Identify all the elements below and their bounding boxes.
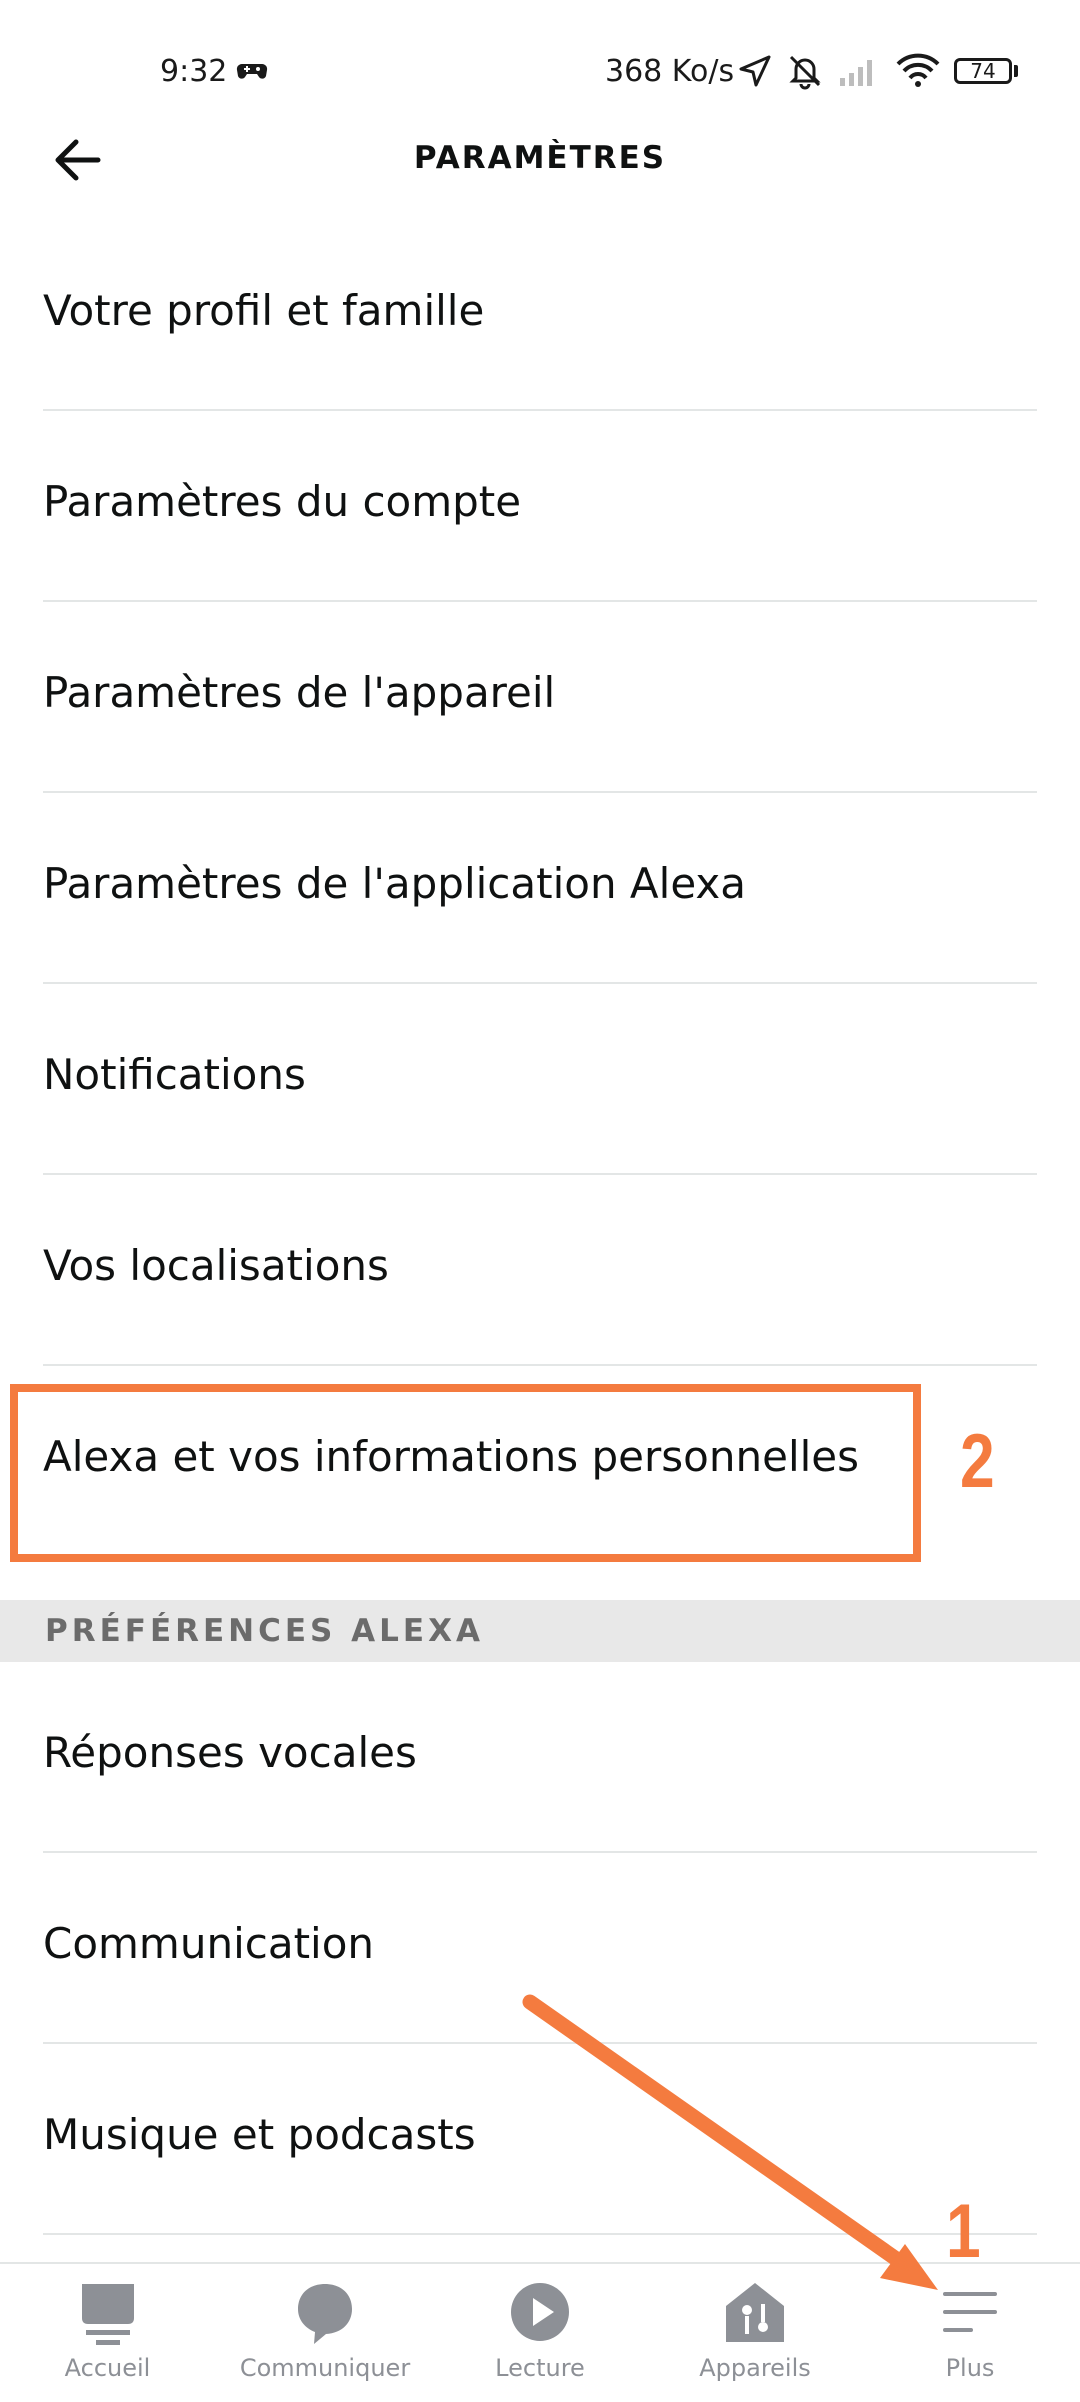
bell-muted-icon: [789, 55, 821, 90]
settings-list: Votre profil et famille Paramètres du co…: [0, 220, 1080, 1557]
list-item-music-podcasts[interactable]: Musique et podcasts: [0, 2044, 1080, 2235]
signal-icon: [840, 60, 872, 86]
list-item-label: Vos localisations: [43, 1241, 389, 1290]
nav-label: Accueil: [64, 2354, 151, 2382]
play-icon: [511, 2283, 569, 2341]
list-item-app-settings[interactable]: Paramètres de l'application Alexa: [0, 793, 1080, 984]
list-item-communication[interactable]: Communication: [0, 1853, 1080, 2044]
game-controller-icon: [236, 63, 268, 79]
nav-label: Plus: [945, 2354, 995, 2382]
list-item-label: Paramètres de l'application Alexa: [43, 859, 747, 908]
network-speed: 368 Ko/s: [605, 54, 735, 89]
nav-item-play[interactable]: Lecture: [470, 2264, 610, 2402]
nav-item-communicate[interactable]: Communiquer: [230, 2264, 420, 2402]
list-item-profile[interactable]: Votre profil et famille: [0, 220, 1080, 411]
list-item-notifications[interactable]: Notifications: [0, 984, 1080, 1175]
nav-label: Appareils: [699, 2354, 811, 2382]
battery-icon: 74: [954, 58, 1012, 84]
list-item-voice-responses[interactable]: Réponses vocales: [0, 1662, 1080, 1853]
list-item-account[interactable]: Paramètres du compte: [0, 411, 1080, 602]
location-arrow-icon: [739, 55, 771, 87]
bottom-nav: Accueil Communiquer Lecture Appareils Pl…: [0, 2262, 1080, 2402]
nav-label: Lecture: [495, 2354, 585, 2382]
home-icon: [81, 2284, 134, 2345]
section-title: PRÉFÉRENCES ALEXA: [45, 1613, 484, 1649]
highlight-box: [10, 1384, 921, 1562]
wifi-icon: [896, 53, 940, 87]
status-time: 9:32: [160, 54, 228, 89]
header: PARAMÈTRES: [0, 110, 1080, 210]
list-item-label: Paramètres du compte: [43, 477, 522, 526]
section-header-alexa-preferences: PRÉFÉRENCES ALEXA: [0, 1600, 1080, 1662]
list-item-label: Musique et podcasts: [43, 2110, 476, 2159]
page-title: PARAMÈTRES: [413, 140, 667, 176]
battery-tip: [1014, 65, 1018, 77]
nav-item-more[interactable]: Plus: [900, 2264, 1040, 2402]
nav-label: Communiquer: [239, 2354, 411, 2382]
chat-bubble-icon: [298, 2284, 352, 2344]
list-item-label: Votre profil et famille: [43, 286, 485, 335]
menu-icon: [943, 2292, 997, 2332]
nav-item-home[interactable]: Accueil: [40, 2264, 175, 2402]
preferences-list: Réponses vocales Communication Musique e…: [0, 1662, 1080, 2235]
list-item-label: Réponses vocales: [43, 1728, 417, 1777]
annotation-step-2: 2: [960, 1419, 995, 1504]
divider: [43, 2233, 1037, 2235]
list-item-label: Paramètres de l'appareil: [43, 668, 556, 717]
list-item-label: Notifications: [43, 1050, 306, 1099]
nav-item-devices[interactable]: Appareils: [675, 2264, 835, 2402]
devices-icon: [726, 2283, 784, 2342]
list-item-locations[interactable]: Vos localisations: [0, 1175, 1080, 1366]
list-item-device[interactable]: Paramètres de l'appareil: [0, 602, 1080, 793]
list-item-label: Communication: [43, 1919, 375, 1968]
